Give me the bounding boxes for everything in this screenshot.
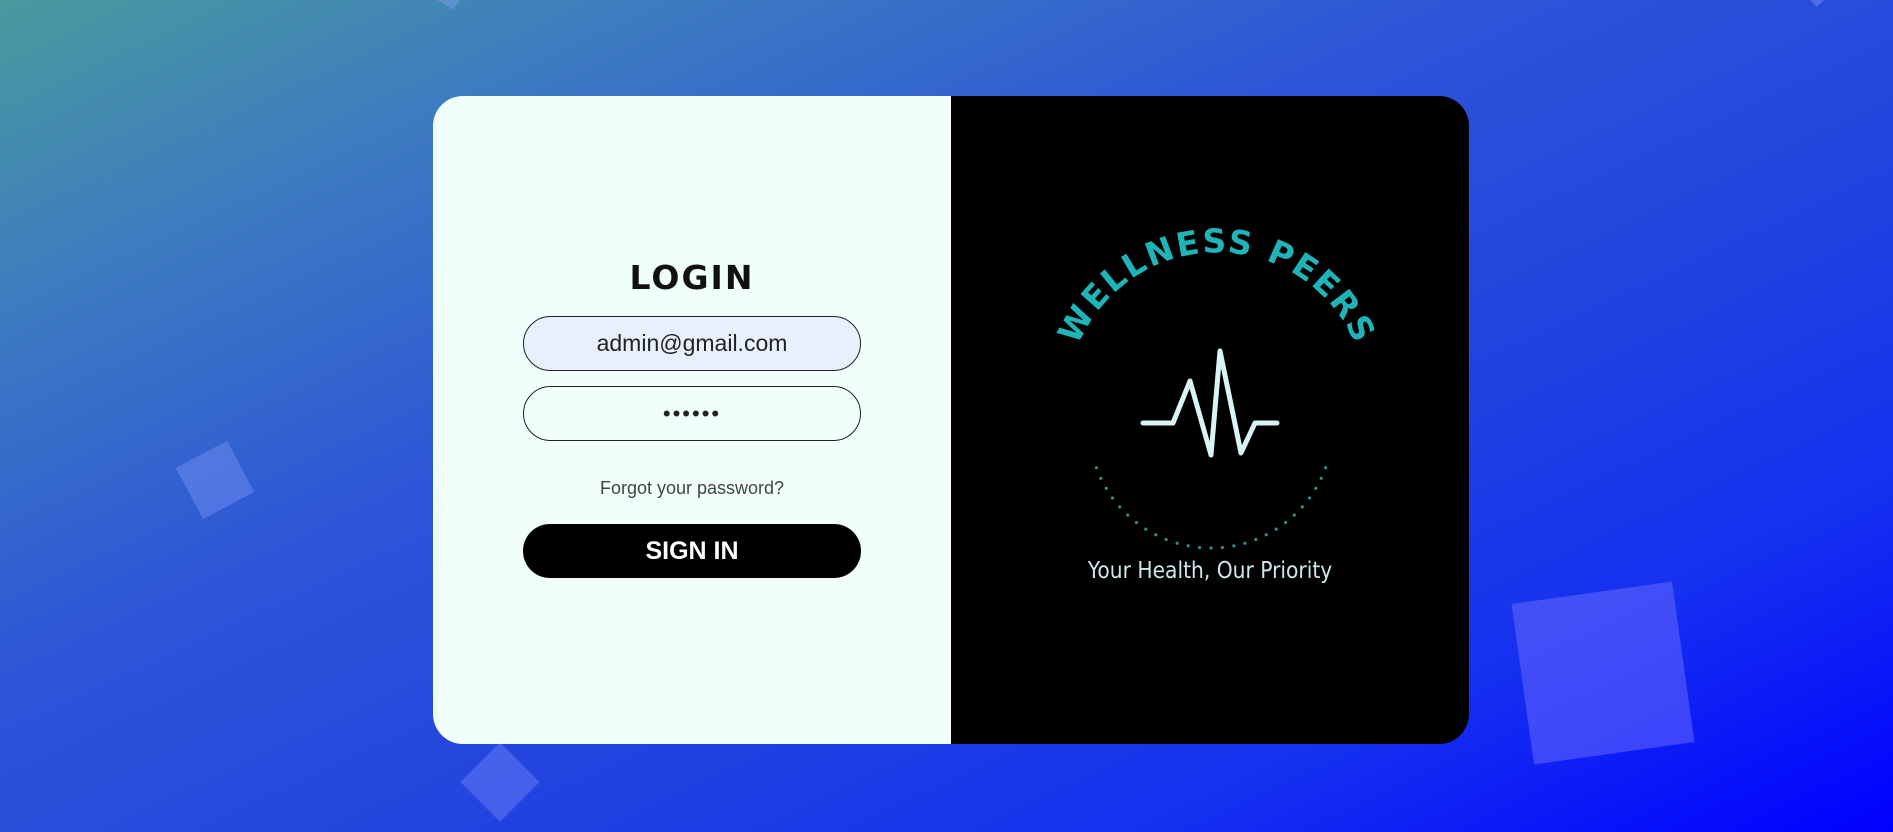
arc-dot (1232, 544, 1236, 548)
arc-dot (1319, 476, 1323, 480)
arc-dot (1198, 545, 1202, 550)
arc-dot (1099, 476, 1103, 480)
arc-dot (1284, 520, 1288, 525)
arc-dot (1134, 520, 1138, 525)
heartbeat-pulse-icon (1140, 348, 1280, 458)
forgot-password-link[interactable]: Forgot your password? (433, 478, 951, 499)
brand-name: WELLNESS PEERS (1050, 221, 1384, 349)
arc-dot (1164, 537, 1168, 542)
email-field[interactable] (523, 316, 861, 371)
decorative-square (175, 440, 255, 520)
dotted-arc (1094, 466, 1328, 550)
arc-dot (1094, 466, 1098, 470)
arc-dot (1110, 496, 1115, 500)
arc-dot (1324, 466, 1328, 470)
arc-dot (1126, 513, 1130, 517)
decorative-square-small (1807, 0, 1827, 7)
arc-dot (1300, 505, 1304, 509)
arc-dot (1292, 513, 1296, 517)
arc-dot (1154, 533, 1158, 537)
arc-dot (1118, 505, 1122, 509)
password-field[interactable] (523, 386, 861, 441)
arc-dot (1274, 527, 1278, 531)
arc-dot (1243, 541, 1247, 545)
sign-in-button[interactable]: SIGN IN (523, 524, 861, 578)
arc-dot (1104, 486, 1108, 490)
arc-dot (1186, 544, 1190, 548)
login-card: LOGIN Forgot your password? SIGN IN WELL… (433, 96, 1469, 744)
decorative-square-large (1511, 581, 1695, 765)
arc-dot (1144, 527, 1148, 531)
arc-dot (1307, 496, 1312, 500)
decorative-square-small (436, 0, 464, 10)
brand-tagline: Your Health, Our Priority (1087, 558, 1333, 584)
login-title: LOGIN (629, 258, 755, 297)
arc-dot (1209, 546, 1213, 550)
arc-dot (1314, 486, 1318, 490)
brand-logo: WELLNESS PEERS (1050, 221, 1384, 550)
arc-dot (1264, 533, 1268, 537)
decorative-diamond (460, 742, 540, 822)
arc-dot (1254, 537, 1258, 542)
login-panel: LOGIN Forgot your password? SIGN IN (433, 96, 951, 744)
brand-panel: WELLNESS PEERS Your Health, Our Priority (951, 96, 1469, 744)
arc-dot (1220, 545, 1224, 550)
arc-dot (1175, 541, 1179, 545)
